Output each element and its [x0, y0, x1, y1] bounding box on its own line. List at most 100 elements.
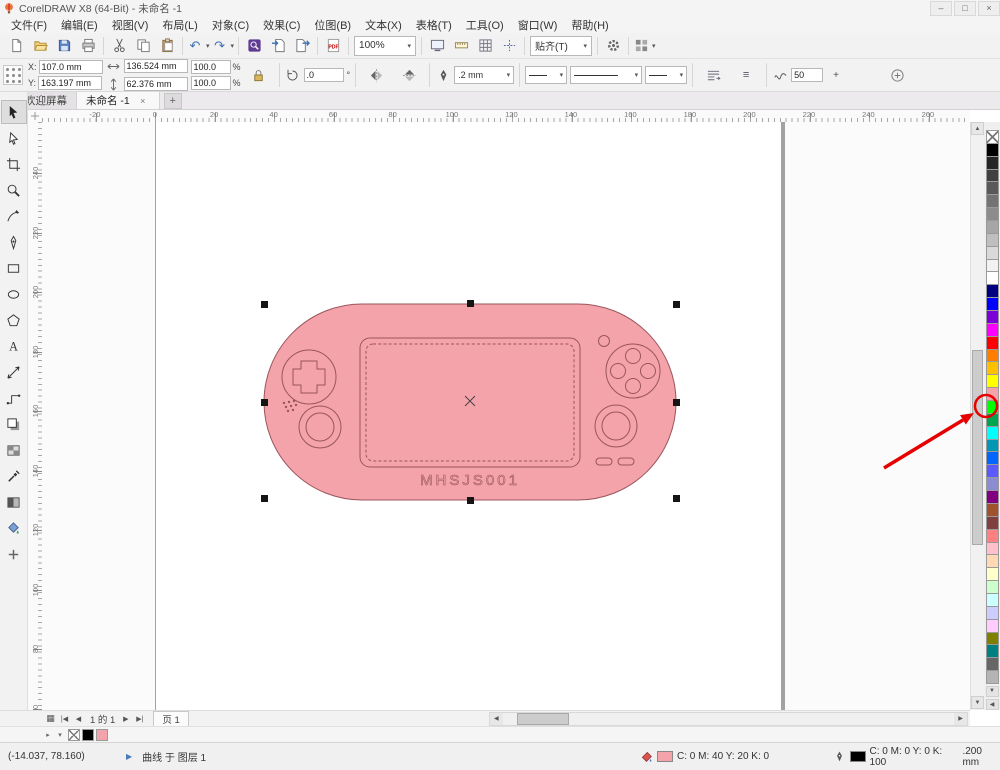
- start-arrowhead-combo[interactable]: ▾: [525, 66, 568, 84]
- end-arrowhead-combo[interactable]: ▾: [645, 66, 688, 84]
- palette-swatch-18[interactable]: [985, 361, 999, 376]
- palette-swatch-23[interactable]: [985, 425, 999, 440]
- document-palette-options-icon[interactable]: ▾: [54, 729, 66, 741]
- copy-button[interactable]: [131, 34, 155, 58]
- pen-tool[interactable]: [1, 230, 27, 254]
- polygon-tool[interactable]: [1, 308, 27, 332]
- search-content-button[interactable]: [242, 34, 266, 58]
- selection-handle-2[interactable]: [673, 301, 680, 308]
- menu-view[interactable]: 视图(V): [105, 16, 156, 34]
- scroll-right-icon[interactable]: ▶: [954, 712, 967, 725]
- line-style-combo[interactable]: ▾: [570, 66, 643, 84]
- object-origin-selector[interactable]: [3, 65, 23, 85]
- selected-object[interactable]: MHSJS001: [262, 300, 678, 504]
- snap-to-combo[interactable]: 贴齐(T) ▾: [530, 35, 593, 56]
- palette-swatch-19[interactable]: [985, 374, 999, 389]
- last-page-button[interactable]: ▶|: [133, 712, 146, 725]
- selection-handle-0[interactable]: [261, 301, 268, 308]
- drop-shadow-tool[interactable]: [1, 412, 27, 436]
- menu-table[interactable]: 表格(T): [409, 16, 459, 34]
- application-launcher-button[interactable]: ▾: [632, 34, 657, 58]
- palette-swatch-9[interactable]: [985, 245, 999, 260]
- show-guidelines-button[interactable]: [497, 34, 521, 58]
- palette-swatch-7[interactable]: [985, 220, 999, 234]
- wrap-text-button[interactable]: [698, 65, 728, 85]
- palette-swatch-11[interactable]: [985, 271, 999, 286]
- quick-customize-button[interactable]: [883, 65, 913, 85]
- menu-object[interactable]: 对象(C): [205, 16, 256, 34]
- palette-swatch-33[interactable]: [985, 554, 999, 569]
- palette-no-color-swatch[interactable]: [985, 130, 999, 144]
- palette-swatch-40[interactable]: [985, 644, 999, 659]
- fill-status[interactable]: C: 0 M: 40 Y: 20 K: 0: [640, 750, 769, 763]
- palette-swatch-34[interactable]: [985, 567, 999, 582]
- outline-status[interactable]: C: 0 M: 0 Y: 0 K: 100 .200 mm: [833, 746, 1000, 768]
- palette-swatch-5[interactable]: [985, 194, 999, 209]
- palette-swatch-38[interactable]: [985, 618, 999, 633]
- horizontal-scrollbar-thumb[interactable]: [516, 712, 569, 725]
- previous-page-button[interactable]: ◀: [72, 712, 85, 725]
- publish-pdf-button[interactable]: PDF: [321, 34, 345, 58]
- new-document-tab-button[interactable]: +: [163, 93, 182, 109]
- mirror-vertical-button[interactable]: [394, 65, 424, 85]
- selection-handle-3[interactable]: [261, 399, 268, 406]
- drawing-canvas[interactable]: MHSJS001: [42, 122, 970, 710]
- palette-swatch-20[interactable]: [985, 387, 999, 402]
- palette-swatch-15[interactable]: [985, 322, 999, 337]
- menu-help[interactable]: 帮助(H): [564, 16, 615, 34]
- palette-swatch-6[interactable]: [985, 207, 999, 222]
- color-eyedropper-tool[interactable]: [1, 464, 27, 488]
- import-button[interactable]: [266, 34, 290, 58]
- rectangle-tool[interactable]: [1, 256, 27, 280]
- document-palette-flyout-icon[interactable]: ▸: [42, 729, 54, 741]
- options-button[interactable]: [601, 34, 625, 58]
- dimension-tool[interactable]: [1, 360, 27, 384]
- menu-edit[interactable]: 编辑(E): [54, 16, 105, 34]
- palette-swatch-32[interactable]: [985, 541, 999, 556]
- text-tool[interactable]: A: [1, 334, 27, 358]
- scale-height-input[interactable]: [190, 76, 231, 90]
- vertical-scrollbar-thumb[interactable]: [972, 350, 983, 545]
- interactive-fill-tool[interactable]: [1, 490, 27, 514]
- palette-scroll-down-icon[interactable]: ▼: [985, 685, 999, 697]
- crop-tool[interactable]: [1, 152, 27, 176]
- scale-width-input[interactable]: [190, 60, 231, 74]
- palette-swatch-8[interactable]: [985, 232, 999, 247]
- connector-tool[interactable]: [1, 386, 27, 410]
- palette-swatch-28[interactable]: [985, 490, 999, 504]
- scroll-down-icon[interactable]: ▼: [971, 696, 984, 709]
- print-button[interactable]: [76, 34, 100, 58]
- palette-swatch-14[interactable]: [985, 310, 999, 324]
- new-document-button[interactable]: [4, 34, 28, 58]
- palette-swatch-16[interactable]: [985, 335, 999, 350]
- palette-swatch-1[interactable]: [985, 142, 999, 157]
- palette-swatch-4[interactable]: [985, 181, 999, 196]
- mirror-horizontal-button[interactable]: [361, 65, 391, 85]
- outline-width-combo[interactable]: .2 mm ▾: [454, 66, 515, 84]
- next-page-button[interactable]: ▶: [119, 712, 132, 725]
- palette-swatch-12[interactable]: [985, 284, 999, 299]
- page-navigator-icon[interactable]: ▦: [44, 712, 57, 725]
- x-position-input[interactable]: [38, 60, 103, 74]
- undo-button[interactable]: ↶ ▾: [186, 34, 211, 58]
- palette-swatch-30[interactable]: [985, 515, 999, 530]
- palette-swatch-27[interactable]: [985, 477, 999, 492]
- palette-swatch-39[interactable]: [985, 631, 999, 646]
- minimize-button[interactable]: –: [930, 0, 952, 16]
- palette-swatch-10[interactable]: [985, 258, 999, 273]
- palette-swatch-31[interactable]: [985, 528, 999, 543]
- vertical-ruler[interactable]: 240220200180160140120100806040: [28, 122, 43, 710]
- add-nodes-button[interactable]: +: [826, 65, 846, 85]
- smart-fill-tool[interactable]: [1, 516, 27, 540]
- palette-swatch-2[interactable]: [985, 155, 999, 170]
- menu-layout[interactable]: 布局(L): [155, 16, 204, 34]
- selection-handle-6[interactable]: [467, 497, 474, 504]
- palette-swatch-3[interactable]: [985, 168, 999, 183]
- document-palette-swatch-0[interactable]: [68, 728, 80, 741]
- palette-swatch-26[interactable]: [985, 464, 999, 479]
- lock-ratio-button[interactable]: [244, 65, 274, 85]
- menu-tools[interactable]: 工具(O): [459, 16, 511, 34]
- show-grid-button[interactable]: [473, 34, 497, 58]
- close-tab-icon[interactable]: ×: [136, 94, 150, 108]
- close-button[interactable]: ×: [978, 0, 1000, 16]
